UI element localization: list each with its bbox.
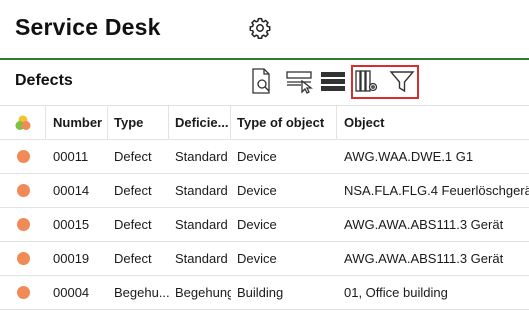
cell-number: 00014 [53,183,90,198]
filter-icon [389,71,415,93]
document-search-button[interactable] [250,66,274,98]
table-row[interactable]: 00014 Defect Standard Device NSA.FLA.FLG… [0,174,529,208]
table-header: Number Type Deficie... Type of object Ob… [0,106,529,140]
cell-type: Begehu... [114,285,169,300]
defects-table: Number Type Deficie... Type of object Ob… [0,105,529,310]
cell-deficiency: Standard [175,251,228,266]
filter-button[interactable] [389,66,415,98]
column-header-type-of-object[interactable]: Type of object [231,106,337,139]
table-row[interactable]: 00015 Defect Standard Device AWG.AWA.ABS… [0,208,529,242]
cell-object-type: Device [237,183,277,198]
column-settings-icon [355,70,378,92]
cell-number: 00015 [53,217,90,232]
cell-number: 00004 [53,285,90,300]
cell-object: AWG.WAA.DWE.1 G1 [344,149,474,164]
section-title: Defects [15,72,73,89]
cell-object-type: Building [237,285,284,300]
column-header-deficiency[interactable]: Deficie... [169,106,231,139]
cell-object: AWG.AWA.ABS111.3 Gerät [344,217,504,232]
cell-object-type: Device [237,149,277,164]
cell-type: Defect [114,217,152,232]
cell-deficiency: Standard [175,149,228,164]
status-dot [16,252,30,265]
cell-number: 00019 [53,251,90,266]
cell-type: Defect [114,149,152,164]
cell-deficiency: Begehung [175,285,231,300]
cell-object-type: Device [237,251,277,266]
row-select-icon [286,71,313,94]
cell-number: 00011 [53,149,89,164]
column-settings-button[interactable] [354,66,380,98]
column-header-number[interactable]: Number [46,106,108,139]
cell-object-type: Device [237,217,277,232]
cell-object: 01, Office building [344,285,448,300]
list-rows-button[interactable] [320,66,346,98]
table-row[interactable]: 00011 Defect Standard Device AWG.WAA.DWE… [0,140,529,174]
column-header-object[interactable]: Object [337,106,529,139]
column-header-type[interactable]: Type [108,106,169,139]
settings-gear-icon[interactable] [248,16,272,40]
cell-deficiency: Standard [175,183,228,198]
cell-type: Defect [114,183,152,198]
status-dot [16,150,30,163]
status-dot [16,286,30,299]
cell-deficiency: Standard [175,217,228,232]
status-dot [16,184,30,197]
status-column-header[interactable] [0,106,46,139]
header-divider [0,58,529,60]
row-select-button[interactable] [285,66,313,98]
app-title: Service Desk [15,14,161,40]
cell-object: NSA.FLA.FLG.4 Feuerlöschgerät [344,183,529,198]
status-dot [16,218,30,231]
list-rows-icon [321,72,345,91]
cell-object: AWG.AWA.ABS111.3 Gerät [344,251,504,266]
table-row[interactable]: 00019 Defect Standard Device AWG.AWA.ABS… [0,242,529,276]
status-colors-icon [15,115,30,130]
document-search-icon [252,68,270,94]
cell-type: Defect [114,251,152,266]
